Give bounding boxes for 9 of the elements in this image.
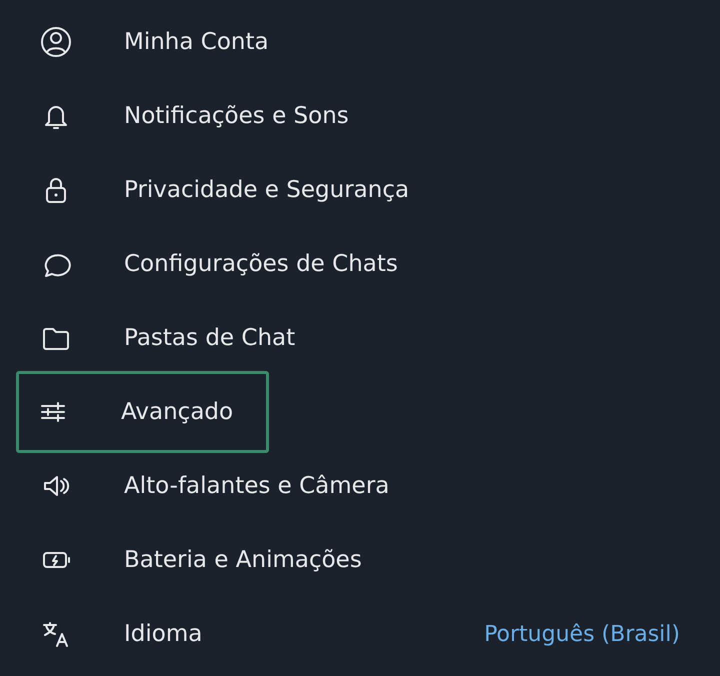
menu-item[interactable]: Idioma [16, 597, 206, 671]
menu-item[interactable]: Configurações de Chats [16, 227, 401, 301]
menu-item[interactable]: Notificações e Sons [16, 79, 352, 153]
person-icon [40, 26, 72, 58]
menu-item[interactable]: Minha Conta [16, 5, 272, 79]
menu-item[interactable]: Privacidade e Segurança [16, 153, 412, 227]
language-value: Português (Brasil) [484, 620, 680, 648]
menu-item[interactable]: Avançado [16, 371, 269, 453]
menu-item[interactable]: Bateria e Animações [16, 523, 365, 597]
